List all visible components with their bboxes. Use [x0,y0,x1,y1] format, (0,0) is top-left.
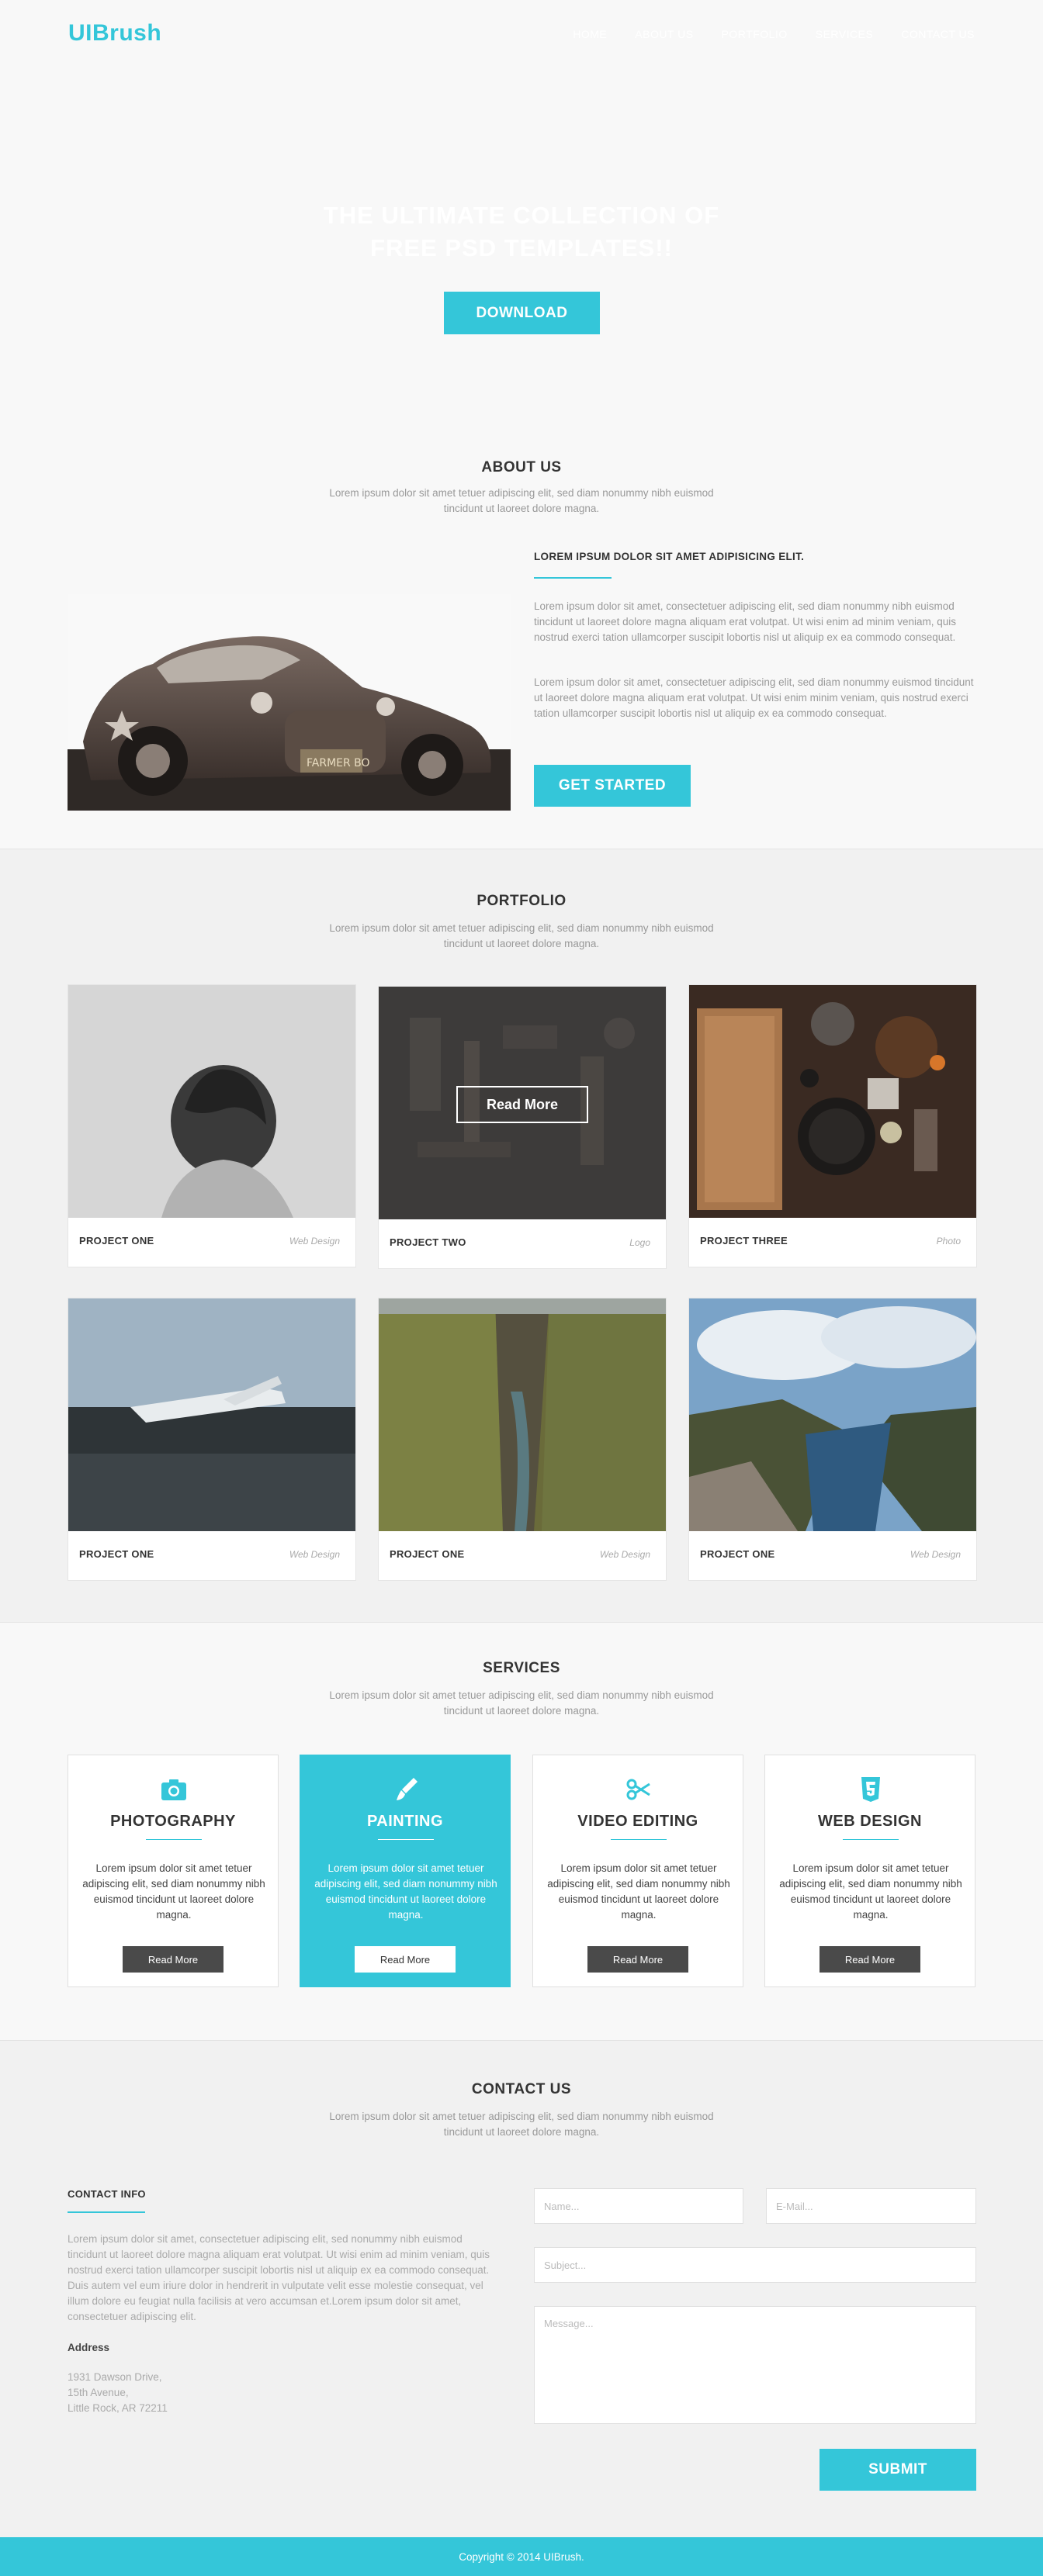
contact-subtitle: Lorem ipsum dolor sit amet tetuer adipis… [329,2111,714,2138]
project-name: PROJECT THREE [700,1235,788,1247]
contact-section: CONTACT US Lorem ipsum dolor sit amet te… [0,2040,1043,2537]
nav-home[interactable]: HOME [573,28,607,40]
project-tag: Web Design [599,1549,650,1560]
html5-icon [861,1777,880,1802]
portfolio-card[interactable]: PROJECT ONE Web Design [68,984,356,1267]
about-paragraph-2: Lorem ipsum dolor sit amet, consectetuer… [534,676,974,719]
service-card-video-editing: VIDEO EDITING Lorem ipsum dolor sit amet… [532,1755,743,1987]
hero-title-line1: THE ULTIMATE COLLECTION OF [323,202,720,229]
kitchen-photo [689,985,976,1218]
service-name: VIDEO EDITING [577,1813,698,1830]
service-read-more-button[interactable]: Read More [820,1946,920,1973]
camera-icon [161,1779,186,1800]
project-tag: Web Design [289,1549,340,1560]
service-read-more-button[interactable]: Read More [587,1946,688,1973]
subject-input[interactable] [534,2247,976,2283]
about-paragraph-1: Lorem ipsum dolor sit amet, consectetuer… [534,600,957,643]
tools-photo: Read More [379,987,666,1219]
contact-title: CONTACT US [471,2081,572,2097]
service-description: Lorem ipsum dolor sit amet tetuer adipis… [82,1862,265,1921]
portfolio-title: PORTFOLIO [476,893,567,909]
nav-portfolio[interactable]: PORTFOLIO [722,28,788,40]
nav-contact-us[interactable]: CONTACT US [901,28,975,40]
service-card-painting: PAINTING Lorem ipsum dolor sit amet tetu… [300,1755,511,1987]
portfolio-card[interactable]: PROJECT ONE Web Design [688,1298,977,1581]
service-description: Lorem ipsum dolor sit amet tetuer adipis… [547,1862,730,1921]
service-divider [843,1839,899,1840]
service-name: PHOTOGRAPHY [110,1813,236,1830]
read-more-overlay-button[interactable]: Read More [456,1086,588,1123]
nav-services[interactable]: SERVICES [816,28,874,40]
submit-button[interactable]: SUBMIT [820,2449,976,2491]
services-title: SERVICES [483,1660,560,1676]
woman-photo [68,985,355,1218]
services-section: SERVICES Lorem ipsum dolor sit amet tetu… [0,1623,1043,2040]
svg-text:FARMER BO: FARMER BO [307,757,370,769]
download-button[interactable]: DOWNLOAD [444,292,600,334]
name-input[interactable] [534,2188,743,2224]
page: UIBrush HOME ABOUT US PORTFOLIO SERVICES… [0,0,1043,2576]
about-section: ABOUT US Lorem ipsum dolor sit amet tetu… [0,403,1043,849]
plane-wreck-photo [68,1298,355,1531]
scissors-icon [626,1779,650,1800]
main-nav: HOME ABOUT US PORTFOLIO SERVICES CONTACT… [573,28,975,40]
service-description: Lorem ipsum dolor sit amet tetuer adipis… [779,1862,962,1921]
address-heading: Address [68,2342,110,2353]
service-name: PAINTING [366,1813,444,1830]
contact-info-heading: CONTACT INFO [68,2188,146,2200]
service-read-more-button[interactable]: Read More [355,1946,456,1973]
project-name: PROJECT ONE [700,1548,775,1560]
project-tag: Web Design [910,1549,961,1560]
portfolio-section: PORTFOLIO Lorem ipsum dolor sit amet tet… [0,849,1043,1623]
address-line: Little Rock, AR 72211 [68,2402,168,2414]
vintage-car-image: FARMER BO [68,594,511,811]
logo[interactable]: UIBrush [68,20,161,47]
hero-section: UIBrush HOME ABOUT US PORTFOLIO SERVICES… [0,0,1043,403]
about-heading: LOREM IPSUM DOLOR SIT AMET ADIPISICING E… [534,551,805,562]
portfolio-subtitle: Lorem ipsum dolor sit amet tetuer adipis… [329,922,714,949]
project-tag: Logo [629,1237,650,1248]
message-textarea[interactable] [534,2306,976,2424]
about-title: ABOUT US [481,459,562,475]
portfolio-card[interactable]: Read More PROJECT TWO Logo [378,986,667,1269]
hero-title-line2: FREE PSD TEMPLATES!! [370,234,673,261]
vintage-car-illustration: FARMER BO [68,594,511,811]
address-line: 1931 Dawson Drive, [68,2371,162,2383]
service-read-more-button[interactable]: Read More [123,1946,224,1973]
service-card-web-design: WEB DESIGN Lorem ipsum dolor sit amet te… [764,1755,975,1987]
canyon-photo [379,1298,666,1531]
project-tag: Web Design [289,1236,340,1247]
contact-info-text: Lorem ipsum dolor sit amet, consectetuer… [68,2233,490,2322]
services-subtitle: Lorem ipsum dolor sit amet tetuer adipis… [329,1689,714,1717]
service-divider [378,1839,434,1840]
service-description: Lorem ipsum dolor sit amet tetuer adipis… [314,1862,497,1921]
project-tag: Photo [936,1236,961,1247]
address-line: 15th Avenue, [68,2387,129,2398]
service-name: WEB DESIGN [818,1813,922,1830]
project-name: PROJECT ONE [79,1235,154,1247]
contact-info-divider [68,2211,145,2213]
project-name: PROJECT ONE [390,1548,465,1560]
service-card-photography: PHOTOGRAPHY Lorem ipsum dolor sit amet t… [68,1755,279,1987]
nav-about-us[interactable]: ABOUT US [635,28,693,40]
project-name: PROJECT TWO [390,1236,466,1248]
project-name: PROJECT ONE [79,1548,154,1560]
portfolio-card[interactable]: PROJECT ONE Web Design [68,1298,356,1581]
about-subtitle: Lorem ipsum dolor sit amet tetuer adipis… [329,487,714,514]
email-input[interactable] [766,2188,976,2224]
fjord-photo [689,1298,976,1531]
service-divider [146,1839,202,1840]
footer: Copyright © 2014 UIBrush. [0,2537,1043,2576]
portfolio-card[interactable]: PROJECT THREE Photo [688,984,977,1267]
about-divider [534,577,612,579]
copyright-text: Copyright © 2014 UIBrush. [459,2550,584,2563]
get-started-button[interactable]: GET STARTED [534,765,691,807]
service-divider [611,1839,667,1840]
paintbrush-icon [397,1778,418,1800]
portfolio-card[interactable]: PROJECT ONE Web Design [378,1298,667,1581]
